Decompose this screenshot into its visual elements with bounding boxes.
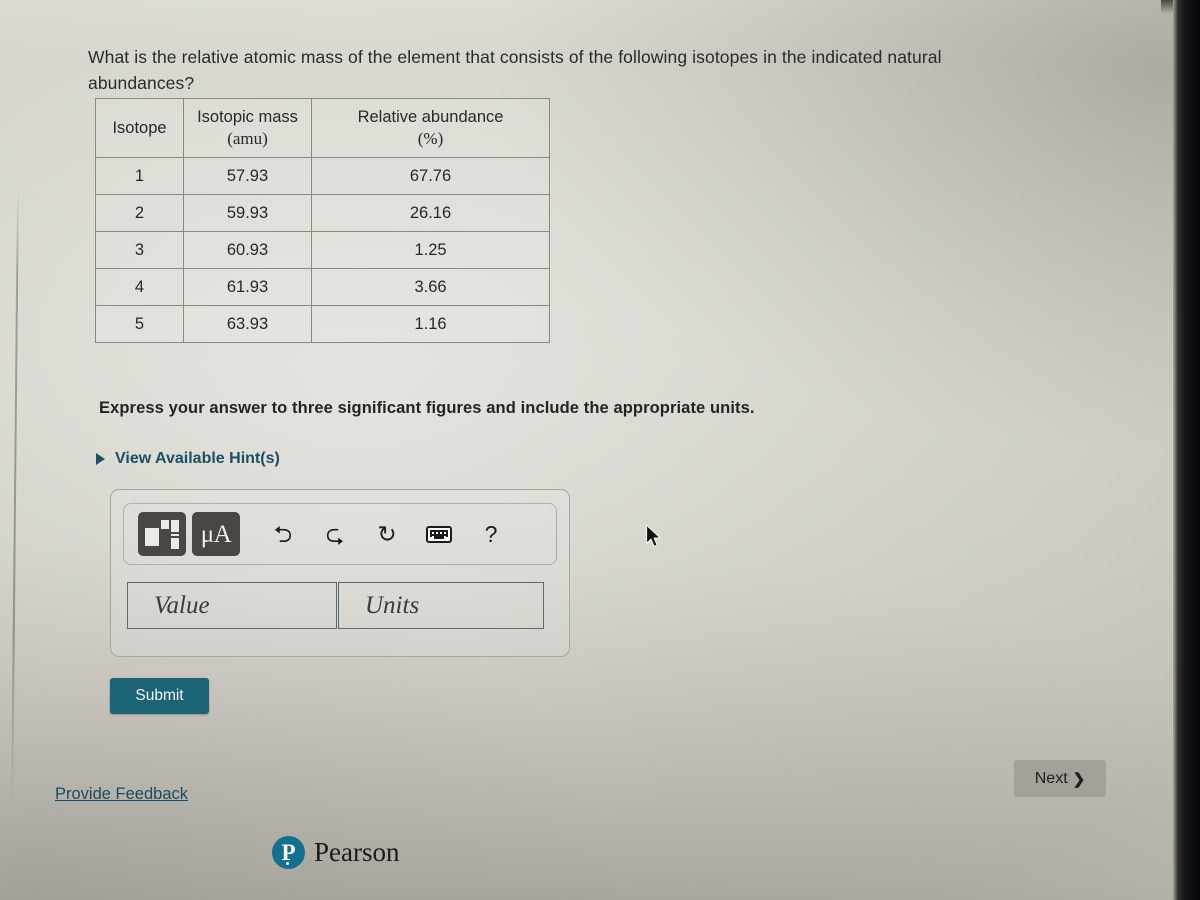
cell-isotope: 5 (95, 305, 184, 343)
template-icon[interactable] (138, 512, 186, 556)
view-hints-toggle[interactable]: View Available Hint(s) (96, 450, 280, 468)
header-label-isotope: Isotope (112, 118, 167, 137)
template-glyph (145, 519, 179, 549)
table-row: 4 61.93 3.66 (95, 268, 550, 306)
table-header: Isotope Isotopic mass (amu) Relative abu… (95, 98, 550, 158)
cell-isotopic-mass: 60.93 (183, 231, 312, 269)
table-row: 1 57.93 67.76 (95, 157, 550, 195)
page-title: What is the relative atomic mass of the … (88, 47, 942, 93)
triangle-right-icon (96, 453, 105, 465)
column-header-isotope: Isotope (95, 98, 184, 158)
pearson-mark-icon: P (272, 836, 305, 869)
pearson-logo: P Pearson (272, 836, 399, 869)
undo-glyph: ⮌ (273, 520, 293, 547)
answer-input-row (127, 582, 544, 629)
problem-page: What is the relative atomic mass of the … (0, 0, 1200, 900)
keyboard-icon[interactable] (416, 512, 462, 556)
header-label-isotopic-mass: Isotopic mass (197, 108, 298, 126)
header-unit-amu: (amu) (227, 129, 268, 148)
table-body: 1 57.93 67.76 2 59.93 26.16 3 60.93 1.25 4 61.93 3.… (95, 157, 550, 343)
header-unit-percent: (%) (417, 129, 444, 148)
keyboard-glyph (426, 525, 452, 543)
next-button[interactable]: Next ❯ (1014, 760, 1106, 797)
view-hints-label: View Available Hint(s) (115, 450, 280, 467)
cell-relative-abundance: 26.16 (311, 194, 550, 232)
table-row: 2 59.93 26.16 (95, 194, 550, 232)
help-glyph: ? (484, 520, 498, 547)
table-row: 5 63.93 1.16 (95, 305, 550, 343)
cell-isotope: 2 (95, 194, 184, 232)
next-label: Next (1034, 769, 1068, 787)
cell-isotopic-mass: 57.93 (183, 157, 312, 195)
cell-isotopic-mass: 63.93 (183, 305, 312, 343)
units-icon[interactable]: μA (192, 512, 240, 556)
redo-icon[interactable]: ⮎ (312, 512, 358, 556)
cell-relative-abundance: 1.16 (311, 305, 550, 343)
cell-relative-abundance: 67.76 (311, 157, 550, 195)
pearson-mark-letter: P (281, 839, 296, 865)
cell-isotopic-mass: 61.93 (183, 268, 312, 306)
units-input[interactable] (338, 582, 544, 629)
undo-icon[interactable]: ⮌ (260, 512, 306, 556)
cell-isotope: 4 (95, 268, 184, 306)
isotope-table: Isotope Isotopic mass (amu) Relative abu… (95, 98, 550, 343)
help-icon[interactable]: ? (468, 512, 514, 556)
answer-toolbar: μA ⮌ ⮎ ↻ ? (123, 503, 557, 565)
reset-icon[interactable]: ↻ (364, 512, 410, 556)
units-glyph: μA (200, 520, 232, 548)
reset-glyph: ↻ (377, 520, 397, 547)
answer-panel: μA ⮌ ⮎ ↻ ? (110, 489, 570, 657)
value-input[interactable] (127, 582, 337, 629)
cell-isotopic-mass: 59.93 (183, 194, 312, 232)
redo-glyph: ⮎ (325, 520, 345, 547)
table-row: 3 60.93 1.25 (95, 231, 550, 269)
cell-relative-abundance: 3.66 (311, 268, 550, 306)
answer-instruction: Express your answer to three significant… (99, 399, 755, 417)
column-header-isotopic-mass: Isotopic mass (amu) (183, 98, 312, 158)
pearson-wordmark: Pearson (314, 837, 400, 867)
chevron-right-icon: ❯ (1072, 770, 1086, 788)
cell-isotope: 3 (95, 231, 184, 269)
header-label-relative-abundance: Relative abundance (357, 108, 504, 126)
column-header-relative-abundance: Relative abundance (%) (311, 98, 550, 158)
cell-relative-abundance: 1.25 (311, 231, 550, 269)
provide-feedback-link[interactable]: Provide Feedback (55, 785, 188, 804)
isotope-table-container: Isotope Isotopic mass (amu) Relative abu… (95, 98, 550, 343)
cell-isotope: 1 (95, 157, 184, 195)
submit-button[interactable]: Submit (110, 678, 209, 714)
table-header-row: Isotope Isotopic mass (amu) Relative abu… (95, 98, 550, 158)
mouse-cursor-icon (645, 524, 661, 548)
